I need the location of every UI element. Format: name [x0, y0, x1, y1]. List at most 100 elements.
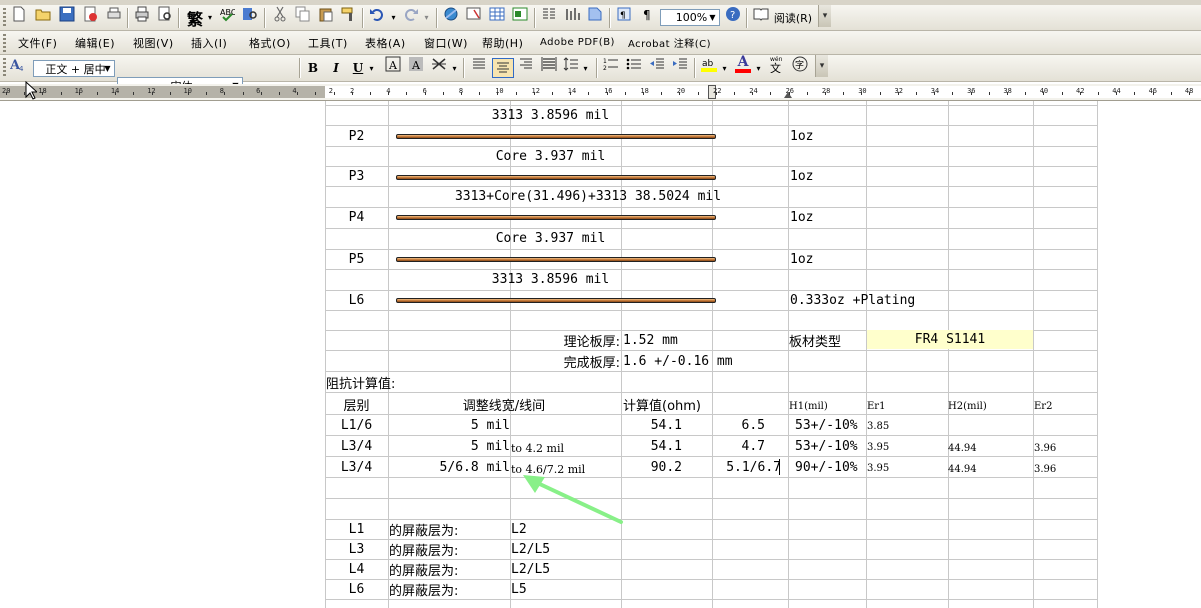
format-toolbar-chevron-icon[interactable]: ▾ — [815, 55, 828, 77]
ruler-tick — [825, 92, 826, 95]
character-scaling-icon[interactable] — [430, 55, 448, 73]
traditional-dropdown-icon[interactable]: ▾ — [206, 5, 214, 30]
menu-window[interactable]: 窗口(W) — [418, 31, 474, 54]
ruler-tick — [625, 92, 626, 95]
research-icon[interactable] — [241, 5, 259, 23]
menu-help[interactable]: 帮助(H) — [476, 31, 529, 54]
columns-icon[interactable] — [540, 5, 558, 23]
bullets-icon[interactable] — [625, 55, 643, 73]
save-icon[interactable] — [58, 5, 76, 23]
decrease-indent-icon[interactable] — [648, 55, 666, 73]
new-document-icon[interactable] — [10, 5, 28, 23]
format-painter-icon[interactable] — [340, 5, 358, 23]
menu-format[interactable]: 格式(O) — [243, 31, 297, 54]
menu-file[interactable]: 文件(F) — [12, 31, 63, 54]
paste-icon[interactable] — [317, 5, 335, 23]
pdf-permission-icon[interactable] — [81, 5, 99, 23]
distributed-align-icon[interactable] — [540, 55, 558, 73]
drawing-icon[interactable] — [563, 5, 581, 23]
tables-borders-icon[interactable] — [465, 5, 483, 23]
stackup-dielectric-1: 3313 3.8596 mil — [491, 107, 610, 123]
menu-insert[interactable]: 插入(I) — [185, 31, 233, 54]
format-grip[interactable] — [3, 58, 6, 78]
horizontal-ruler[interactable]: 20 18 16 14 12 10 8 6 4 2 2 4 6 8 10 12 14 16 18 20 22 24 26 28… — [0, 84, 1201, 101]
imp-row2-to: to 4.2 mil — [511, 441, 564, 455]
ruler-tick — [861, 92, 862, 95]
reading-button[interactable]: 阅读(R) — [770, 5, 816, 30]
ruler-tick — [1098, 92, 1099, 95]
print-icon[interactable] — [133, 5, 151, 23]
ruler-tick — [752, 92, 753, 95]
character-shading-icon[interactable]: A — [407, 55, 425, 73]
ruler-tick — [516, 92, 517, 95]
ruler-tick — [1062, 92, 1063, 95]
ruler-label: 20 — [676, 87, 686, 95]
print-preview-icon[interactable] — [156, 5, 174, 23]
menu-tools[interactable]: 工具(T) — [302, 31, 354, 54]
align-center-icon[interactable] — [492, 58, 514, 78]
underline-dropdown-icon[interactable]: ▾ — [367, 55, 376, 81]
redo-dropdown-icon[interactable]: ▾ — [422, 5, 431, 30]
mouse-cursor-icon — [25, 81, 37, 100]
underline-button[interactable]: U — [350, 55, 366, 81]
copy-icon[interactable] — [294, 5, 312, 23]
enclose-characters-icon[interactable]: 字 — [791, 55, 809, 73]
styles-pane-icon[interactable]: A4 — [10, 55, 28, 73]
toolbar-grip[interactable] — [3, 8, 6, 28]
italic-button[interactable]: I — [327, 55, 345, 81]
traditional-chinese-button[interactable]: 繁 — [184, 5, 206, 30]
help-icon[interactable]: ? — [724, 5, 742, 23]
paragraph-mark-icon[interactable]: ¶ — [638, 5, 656, 23]
scaling-dropdown-icon[interactable]: ▾ — [450, 55, 459, 81]
cut-icon[interactable] — [271, 5, 289, 23]
zoom-dropdown-icon[interactable]: ▼ — [707, 11, 718, 24]
imp-row3-adjusted[interactable]: 5.1/6.7 — [713, 457, 781, 477]
zoom-combo[interactable]: 100% ▼ — [660, 9, 720, 26]
toolbar-options-chevron-icon[interactable]: ▾ — [818, 5, 831, 27]
align-justify-icon[interactable] — [470, 55, 488, 73]
menu-grip[interactable] — [3, 34, 6, 52]
phonetic-guide-icon[interactable]: wén 文 — [768, 55, 786, 73]
line-spacing-icon[interactable] — [562, 55, 580, 73]
ruler-label: 28 — [821, 87, 831, 95]
document-map-icon[interactable] — [586, 5, 604, 23]
insert-excel-icon[interactable] — [511, 5, 529, 23]
redo-icon[interactable] — [402, 5, 420, 23]
imp-row3-calc: 90.2 — [650, 459, 682, 475]
menu-view[interactable]: 视图(V) — [127, 31, 180, 54]
menu-table[interactable]: 表格(A) — [359, 31, 412, 54]
font-color-dropdown-icon[interactable]: ▾ — [754, 55, 763, 81]
menu-adobe-pdf[interactable]: Adobe PDF(B) — [534, 31, 621, 54]
copper-layer-p5 — [396, 257, 716, 262]
menu-edit[interactable]: 编辑(E) — [69, 31, 121, 54]
style-dropdown-icon[interactable]: ▼ — [102, 62, 113, 75]
show-hide-icon[interactable]: ¶ — [615, 5, 633, 23]
open-folder-icon[interactable] — [34, 5, 52, 23]
imp-row1-er1: 3.85 — [867, 420, 890, 432]
reading-layout-icon[interactable] — [752, 5, 770, 23]
ruler-tick — [971, 92, 972, 95]
print-setup-icon[interactable] — [105, 5, 123, 23]
document-area: 3313 3.8596 mil P2 1oz Core 3.937 mil P3… — [0, 101, 1201, 608]
stackup-dielectric-3: 3313+Core(31.496)+3313 38.5024 mil — [454, 188, 722, 204]
bold-button[interactable]: B — [304, 55, 322, 81]
menu-acrobat-comments[interactable]: Acrobat 注释(C) — [622, 31, 717, 54]
font-color-icon[interactable]: A — [734, 55, 752, 73]
highlight-icon[interactable]: ab — [700, 55, 718, 73]
style-combo[interactable]: 正文 + 居中 ▼ — [33, 60, 115, 77]
align-right-icon[interactable] — [517, 55, 535, 73]
layer-label-p5: P5 — [348, 251, 365, 267]
spelling-icon[interactable]: ABC — [218, 5, 236, 23]
highlight-dropdown-icon[interactable]: ▾ — [720, 55, 729, 81]
line-spacing-dropdown-icon[interactable]: ▾ — [581, 55, 590, 81]
character-border-icon[interactable]: A — [384, 55, 402, 73]
ruler-tick — [152, 92, 153, 95]
insert-table-icon[interactable] — [488, 5, 506, 23]
increase-indent-icon[interactable] — [671, 55, 689, 73]
undo-dropdown-icon[interactable]: ▾ — [389, 5, 398, 30]
hyperlink-icon[interactable] — [442, 5, 460, 23]
material-type-label: 板材类型 — [789, 334, 842, 350]
numbering-icon[interactable]: 12 — [602, 55, 620, 73]
copper-weight-p2: 1oz — [790, 128, 814, 144]
undo-icon[interactable] — [368, 5, 386, 23]
